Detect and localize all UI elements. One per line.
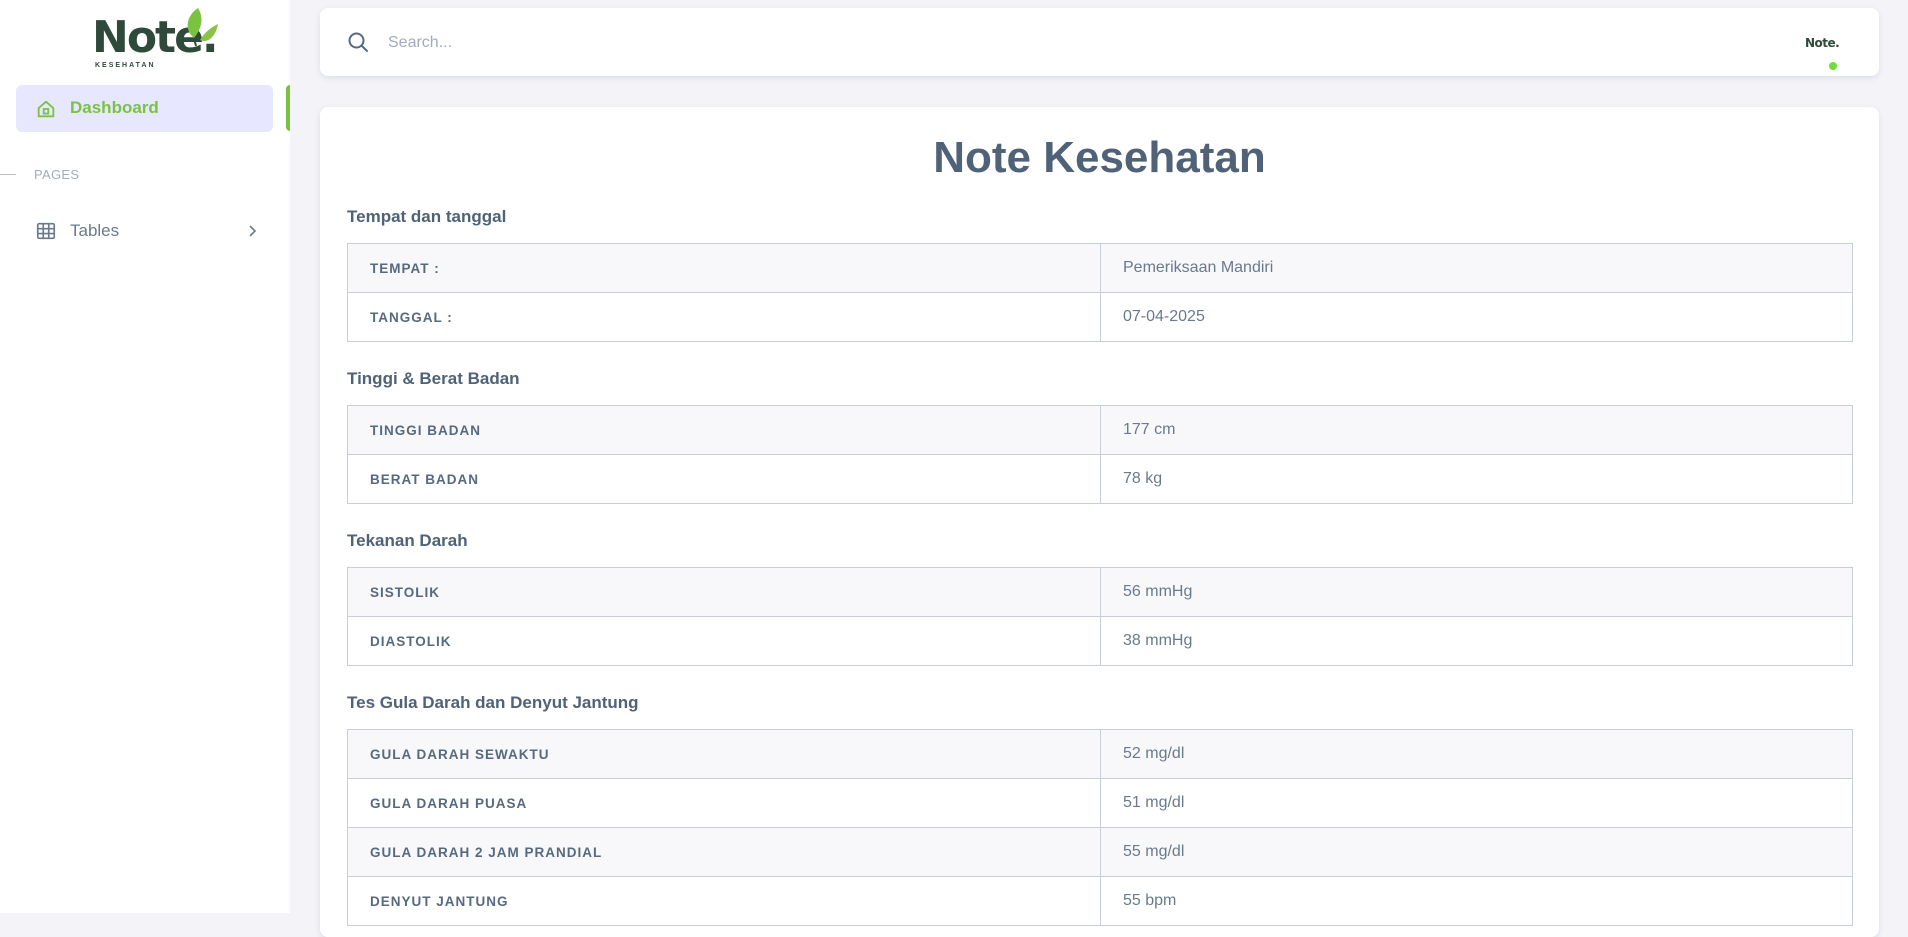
top-navbar: Note. bbox=[320, 8, 1879, 76]
table-row: DENYUT JANTUNG 55 bpm bbox=[347, 876, 1853, 926]
section-label-pages: PAGES bbox=[34, 167, 80, 182]
avatar[interactable]: Note. bbox=[1805, 30, 1845, 70]
table-row: TANGGAL : 07-04-2025 bbox=[347, 292, 1853, 342]
table-gula-darah: GULA DARAH SEWAKTU 52 mg/dl GULA DARAH P… bbox=[347, 729, 1853, 926]
sidebar-item-dashboard[interactable]: Dashboard bbox=[16, 85, 273, 132]
row-key: GULA DARAH PUASA bbox=[347, 778, 1101, 828]
page-title: Note Kesehatan bbox=[933, 133, 1266, 182]
row-value: 51 mg/dl bbox=[1100, 778, 1853, 828]
table-icon bbox=[36, 222, 56, 240]
row-key: GULA DARAH 2 JAM PRANDIAL bbox=[347, 827, 1101, 877]
search-icon[interactable] bbox=[346, 30, 370, 54]
section-title-tekanan-darah: Tekanan Darah bbox=[347, 531, 468, 550]
row-key: SISTOLIK bbox=[347, 567, 1101, 617]
row-value: 38 mmHg bbox=[1100, 616, 1853, 666]
leaf-icon bbox=[187, 8, 218, 47]
table-row: TEMPAT : Pemeriksaan Mandiri bbox=[347, 243, 1853, 293]
row-value: 177 cm bbox=[1100, 405, 1853, 455]
row-key: TINGGI BADAN bbox=[347, 405, 1101, 455]
section-title-tinggi-berat: Tinggi & Berat Badan bbox=[347, 369, 520, 388]
table-row: GULA DARAH PUASA 51 mg/dl bbox=[347, 778, 1853, 828]
section-title-tempat: Tempat dan tanggal bbox=[347, 207, 507, 226]
table-tinggi-berat: TINGGI BADAN 177 cm BERAT BADAN 78 kg bbox=[347, 405, 1853, 504]
table-row: GULA DARAH SEWAKTU 52 mg/dl bbox=[347, 729, 1853, 779]
row-key: TEMPAT : bbox=[347, 243, 1101, 293]
active-indicator bbox=[286, 85, 290, 131]
row-value: 55 bpm bbox=[1100, 876, 1853, 926]
sidebar-item-label: Dashboard bbox=[70, 98, 159, 117]
row-value: 52 mg/dl bbox=[1100, 729, 1853, 779]
chevron-right-icon bbox=[249, 225, 257, 237]
logo[interactable]: Note. KESEHATAN bbox=[90, 6, 220, 70]
search-input[interactable] bbox=[386, 28, 950, 58]
table-tekanan-darah: SISTOLIK 56 mmHg DIASTOLIK 38 mmHg bbox=[347, 567, 1853, 666]
section-title-gula-darah: Tes Gula Darah dan Denyut Jantung bbox=[347, 693, 639, 712]
row-key: GULA DARAH SEWAKTU bbox=[347, 729, 1101, 779]
row-key: TANGGAL : bbox=[347, 292, 1101, 342]
row-key: BERAT BADAN bbox=[347, 454, 1101, 504]
table-row: TINGGI BADAN 177 cm bbox=[347, 405, 1853, 455]
section-divider bbox=[0, 174, 16, 175]
table-row: GULA DARAH 2 JAM PRANDIAL 55 mg/dl bbox=[347, 827, 1853, 877]
sidebar: Note. KESEHATAN Dashboard PAGES Tables bbox=[0, 0, 290, 913]
row-value: 56 mmHg bbox=[1100, 567, 1853, 617]
row-value: Pemeriksaan Mandiri bbox=[1100, 243, 1853, 293]
table-row: BERAT BADAN 78 kg bbox=[347, 454, 1853, 504]
table-tempat-tanggal: TEMPAT : Pemeriksaan Mandiri TANGGAL : 0… bbox=[347, 243, 1853, 342]
sidebar-item-label: Tables bbox=[70, 221, 120, 240]
home-icon bbox=[37, 100, 55, 118]
row-value: 55 mg/dl bbox=[1100, 827, 1853, 877]
sidebar-item-tables[interactable]: Tables bbox=[16, 210, 273, 252]
online-status-dot bbox=[1829, 62, 1837, 70]
avatar-text: Note. bbox=[1805, 36, 1840, 50]
row-value: 07-04-2025 bbox=[1100, 292, 1853, 342]
table-row: DIASTOLIK 38 mmHg bbox=[347, 616, 1853, 666]
row-value: 78 kg bbox=[1100, 454, 1853, 504]
table-row: SISTOLIK 56 mmHg bbox=[347, 567, 1853, 617]
row-key: DENYUT JANTUNG bbox=[347, 876, 1101, 926]
content-card: Note Kesehatan Tempat dan tanggal TEMPAT… bbox=[320, 107, 1879, 937]
logo-subtitle: KESEHATAN bbox=[95, 62, 156, 69]
row-key: DIASTOLIK bbox=[347, 616, 1101, 666]
